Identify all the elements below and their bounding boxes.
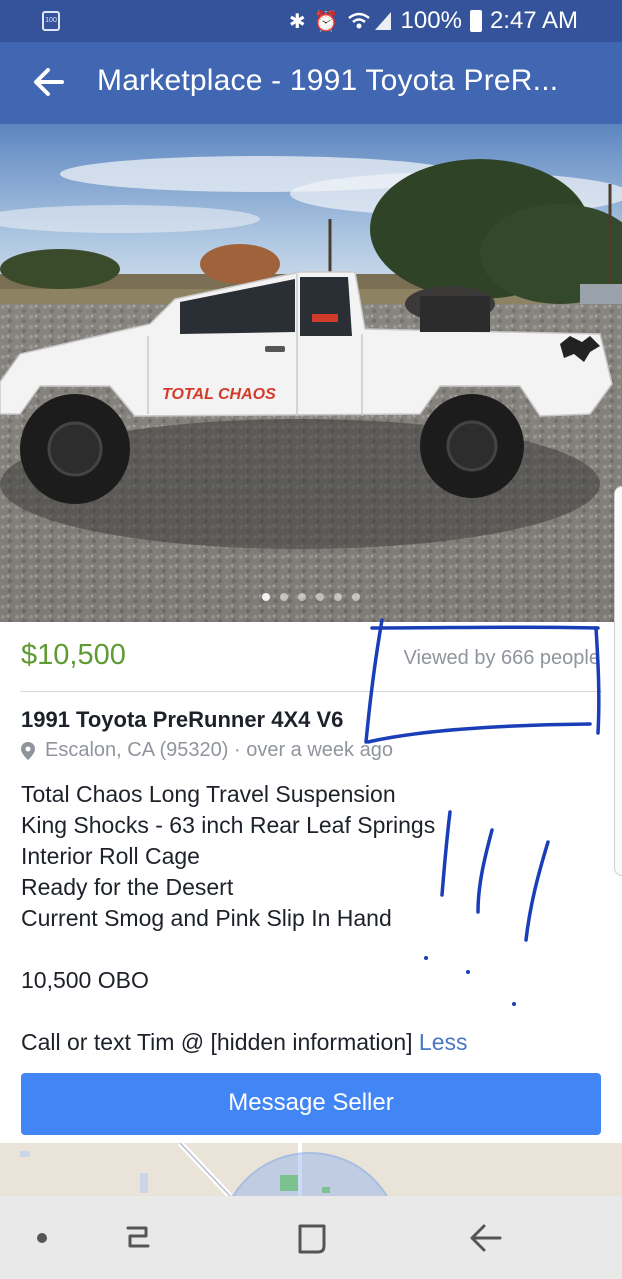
listing-title: 1991 Toyota PreRunner 4X4 V6	[21, 707, 344, 732]
back-icon[interactable]	[466, 1218, 506, 1258]
system-navigation-bar	[0, 1196, 622, 1279]
decal-text: TOTAL CHAOS	[162, 386, 276, 403]
location-text: Escalon, CA (95320) · over a week ago	[45, 739, 393, 761]
nav-dot-icon[interactable]	[22, 1218, 62, 1258]
annotation-dot	[512, 1002, 516, 1006]
description-line: Current Smog and Pink Slip In Hand	[21, 905, 392, 931]
recent-apps-icon[interactable]	[118, 1218, 158, 1258]
divider	[20, 691, 602, 692]
back-arrow-icon[interactable]	[32, 64, 66, 100]
carousel-dot[interactable]	[280, 593, 288, 601]
description-line: King Shocks - 63 inch Rear Leaf Springs	[21, 812, 436, 838]
listing-description: Total Chaos Long Travel Suspension King …	[21, 779, 468, 1058]
home-icon[interactable]	[292, 1218, 332, 1258]
battery-icon	[469, 10, 482, 32]
price-row: $10,500 Viewed by 666 people	[0, 622, 622, 692]
page-title: Marketplace - 1991 Toyota PreR...	[97, 64, 559, 97]
price: $10,500	[21, 639, 126, 671]
description-line: 10,500 OBO	[21, 967, 149, 993]
status-badge-icon: 100	[42, 11, 60, 31]
message-seller-button[interactable]: Message Seller	[21, 1073, 601, 1135]
description-line: Interior Roll Cage	[21, 843, 200, 869]
carousel-indicator[interactable]	[0, 593, 622, 601]
app-bar: Marketplace - 1991 Toyota PreR...	[0, 42, 622, 124]
location-row: Escalon, CA (95320) · over a week ago	[21, 739, 393, 762]
description-line-contact: Call or text Tim @ [hidden information] …	[21, 1027, 468, 1058]
contact-text: Call or text Tim @ [hidden information]	[21, 1029, 413, 1055]
bluetooth-icon: ✱	[288, 10, 306, 33]
carousel-dot[interactable]	[298, 593, 306, 601]
annotation-mark	[476, 828, 494, 914]
description-line	[21, 934, 468, 965]
carousel-dot[interactable]	[262, 593, 270, 601]
status-bar: 100 ✱ ⏰ 100% 2:47 AM	[0, 0, 622, 42]
edge-panel-handle[interactable]	[614, 486, 622, 876]
truck-photo: TOTAL CHAOS	[0, 124, 622, 622]
annotation-box-bottom-stroke	[366, 722, 592, 744]
map-preview[interactable]	[0, 1143, 622, 1196]
description-line: Ready for the Desert	[21, 874, 234, 900]
wifi-signal-icon	[347, 12, 391, 30]
annotation-mark	[524, 840, 550, 942]
description-line: Total Chaos Long Travel Suspension	[21, 781, 396, 807]
description-line	[21, 996, 468, 1027]
alarm-icon: ⏰	[313, 10, 339, 33]
carousel-dot[interactable]	[352, 593, 360, 601]
less-link[interactable]: Less	[419, 1029, 468, 1055]
listing-photo[interactable]: TOTAL CHAOS	[0, 124, 622, 622]
battery-percent: 100%	[400, 7, 462, 34]
carousel-dot[interactable]	[334, 593, 342, 601]
location-pin-icon	[21, 741, 35, 760]
carousel-dot[interactable]	[316, 593, 324, 601]
status-icons: ✱ ⏰ 100% 2:47 AM	[289, 5, 578, 37]
clock: 2:47 AM	[489, 7, 578, 34]
view-count: Viewed by 666 people	[403, 647, 600, 669]
